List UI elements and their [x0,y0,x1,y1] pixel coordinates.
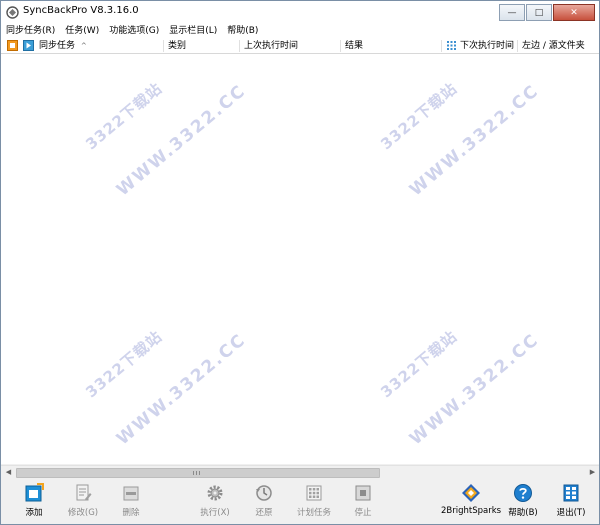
column-header-source[interactable]: 左边 / 源文件夹 [522,40,585,52]
edit-document-icon [76,484,92,501]
maximize-button[interactable]: □ [526,4,552,21]
column-divider[interactable] [163,40,164,52]
title-bar[interactable]: SyncBackPro V8.3.16.0 — □ ✕ [1,1,599,23]
menu-task[interactable]: 任务(W) [60,23,104,39]
column-header-name-label: 同步任务 [39,41,76,51]
scroll-thumb[interactable] [16,468,380,478]
add-label: 添加 [25,508,43,518]
exit-door-icon [563,484,579,502]
watermark-domain: 3322下载站 [377,327,461,402]
column-header-last-run[interactable]: 上次执行时间 [244,40,298,52]
grip-line [199,471,200,475]
menu-preferences[interactable]: 功能选项(G) [104,23,164,39]
stop-label: 停止 [354,508,372,518]
schedule-label: 计划任务 [296,508,331,518]
exit-label: 退出(T) [556,508,586,518]
help-icon [514,484,532,502]
window-controls: — □ ✕ [499,4,595,21]
profile-list[interactable]: 3322下载站 WWW.3322.CC 3322下载站 WWW.3322.CC … [1,54,599,464]
brand-label: 2BrightSparks [441,506,502,516]
help-label: 帮助(B) [508,508,538,518]
column-header-name[interactable]: 同步任务 ^ [39,40,87,52]
column-header-next-run[interactable]: 下次执行时间 [460,40,514,52]
gear-icon [207,485,223,501]
delete-label: 删除 [122,508,140,518]
watermark-domain: 3322下载站 [82,327,166,402]
restore-button[interactable]: 还原 [242,483,286,521]
add-button[interactable]: 添加 [12,483,56,521]
close-button[interactable]: ✕ [553,4,595,21]
close-icon: ✕ [570,7,578,18]
window-title: SyncBackPro V8.3.16.0 [23,5,139,16]
application-window: SyncBackPro V8.3.16.0 — □ ✕ 同步任务(R) 任务(W… [0,0,600,525]
column-header-result[interactable]: 结果 [345,40,363,52]
menu-help[interactable]: 帮助(B) [222,23,263,39]
column-divider[interactable] [517,40,518,52]
grip-line [193,471,194,475]
stop-button[interactable]: 停止 [341,483,385,521]
add-profile-icon [25,483,44,502]
watermark-domain: 3322下载站 [82,79,166,154]
stop-icon [355,485,371,501]
syncback-logo-icon [6,6,19,19]
maximize-icon: □ [534,7,544,18]
minimize-icon: — [507,7,517,18]
menu-sync-profiles[interactable]: 同步任务(R) [1,23,60,39]
sort-ascending-icon: ^ [80,42,87,50]
column-header-category[interactable]: 类别 [168,40,186,52]
modify-label: 修改(G) [67,508,99,518]
2brightsparks-logo-icon [462,484,480,502]
exit-button[interactable]: 退出(T) [549,483,593,521]
help-button[interactable]: 帮助(B) [501,483,545,521]
delete-button[interactable]: 删除 [109,483,153,521]
column-header-row: 同步任务 ^ 类别 上次执行时间 结果 下次执行时间 左边 / 源文件夹 [1,39,599,54]
calendar-grid-icon [306,485,322,501]
restore-label: 还原 [255,508,273,518]
column-divider[interactable] [441,40,442,52]
column-divider[interactable] [340,40,341,52]
horizontal-scrollbar[interactable]: ◀ ▶ [1,465,599,479]
scroll-right-icon[interactable]: ▶ [588,468,597,477]
column-divider[interactable] [239,40,240,52]
profile-run-icon[interactable] [23,40,34,51]
menu-columns[interactable]: 显示栏目(L) [164,23,222,39]
delete-icon [123,486,139,501]
modify-button[interactable]: 修改(G) [61,483,105,521]
watermark-domain: 3322下载站 [377,79,461,154]
grid-dots-icon [447,41,456,50]
scroll-left-icon[interactable]: ◀ [4,468,13,477]
run-button[interactable]: 执行(X) [193,483,237,521]
menu-bar: 同步任务(R) 任务(W) 功能选项(G) 显示栏目(L) 帮助(B) [1,23,599,39]
minimize-button[interactable]: — [499,4,525,21]
profile-state-icon[interactable] [7,40,18,51]
restore-clock-icon [256,485,272,501]
bottom-toolbar: 添加 修改(G) 删除 执行(X) 还原 计划任务 停止 2BrightSpar… [1,478,599,524]
grip-line [196,471,197,475]
run-label: 执行(X) [200,508,230,518]
brand-button[interactable]: 2BrightSparks [441,483,501,521]
schedule-button[interactable]: 计划任务 [292,483,336,521]
